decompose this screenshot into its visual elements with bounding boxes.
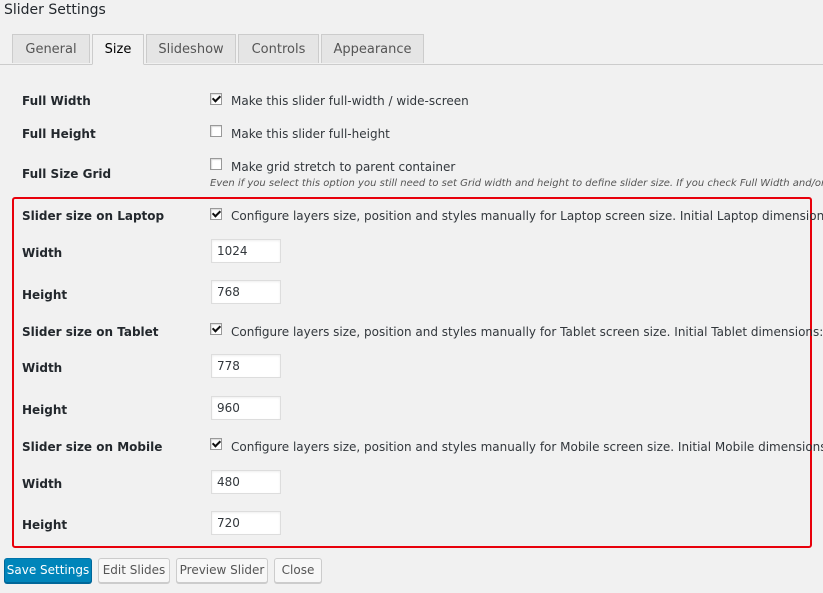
full-height-checkbox[interactable] <box>210 125 222 137</box>
mobile-size-label: Slider size on Mobile <box>22 440 163 454</box>
tablet-size-label: Slider size on Tablet <box>22 325 159 339</box>
page-title: Slider Settings <box>4 2 106 18</box>
tab-size[interactable]: Size <box>92 34 144 65</box>
close-button[interactable]: Close <box>274 558 322 583</box>
tablet-size-checkbox[interactable] <box>210 323 222 335</box>
laptop-size-checkbox-text: Configure layers size, position and styl… <box>231 209 823 223</box>
tab-general[interactable]: General <box>12 34 90 63</box>
full-width-checkbox[interactable] <box>210 93 222 105</box>
tab-controls[interactable]: Controls <box>238 34 319 63</box>
laptop-height-input[interactable]: 768 <box>211 280 281 304</box>
highlight-box <box>12 197 812 548</box>
preview-slider-button[interactable]: Preview Slider <box>176 558 268 583</box>
tablet-size-checkbox-text: Configure layers size, position and styl… <box>231 325 823 339</box>
mobile-height-input[interactable]: 720 <box>211 511 281 535</box>
mobile-size-checkbox[interactable] <box>210 438 222 450</box>
laptop-width-input[interactable]: 1024 <box>211 239 281 263</box>
full-height-checkbox-text: Make this slider full-height <box>231 127 390 141</box>
full-width-label: Full Width <box>22 94 91 108</box>
mobile-size-checkbox-text: Configure layers size, position and styl… <box>231 440 823 454</box>
tablet-width-label: Width <box>22 361 63 375</box>
tablet-height-input[interactable]: 960 <box>211 396 281 420</box>
laptop-height-label: Height <box>22 288 68 302</box>
mobile-width-label: Width <box>22 477 63 491</box>
tab-appearance[interactable]: Appearance <box>321 34 424 63</box>
edit-slides-button[interactable]: Edit Slides <box>98 558 170 583</box>
full-size-grid-checkbox-text: Make grid stretch to parent container <box>231 160 456 174</box>
tab-bar: General Size Slideshow Controls Appearan… <box>0 34 823 65</box>
laptop-width-label: Width <box>22 246 63 260</box>
tablet-height-label: Height <box>22 403 68 417</box>
mobile-height-label: Height <box>22 518 68 532</box>
full-width-checkbox-text: Make this slider full-width / wide-scree… <box>231 94 469 108</box>
laptop-size-label: Slider size on Laptop <box>22 209 165 223</box>
full-size-grid-checkbox[interactable] <box>210 158 222 170</box>
full-size-grid-hint: Even if you select this option you still… <box>210 178 823 189</box>
tab-slideshow[interactable]: Slideshow <box>146 34 236 63</box>
mobile-width-input[interactable]: 480 <box>211 470 281 494</box>
full-height-label: Full Height <box>22 127 96 141</box>
tablet-width-input[interactable]: 778 <box>211 354 281 378</box>
full-size-grid-label: Full Size Grid <box>22 167 112 181</box>
laptop-size-checkbox[interactable] <box>210 208 222 220</box>
save-settings-button[interactable]: Save Settings <box>4 558 92 583</box>
